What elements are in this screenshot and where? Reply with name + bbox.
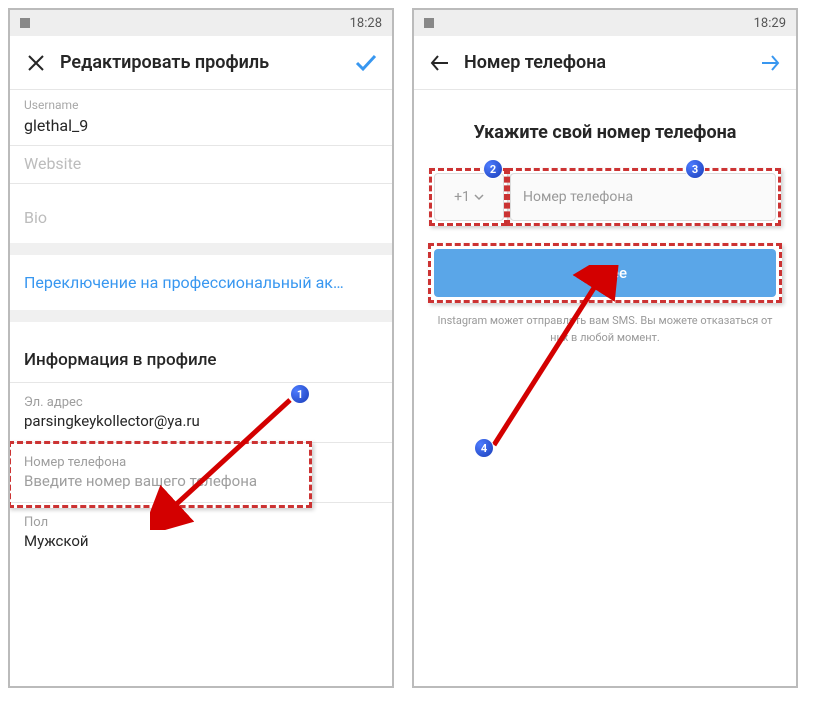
badge-2: 2 [483, 159, 503, 179]
username-value: glethal_9 [24, 116, 378, 135]
back-icon[interactable] [426, 49, 454, 77]
badge-4: 4 [474, 438, 494, 458]
badge-1: 1 [290, 384, 310, 404]
phone-number-input[interactable]: Номер телефона 3 [510, 173, 776, 221]
phone-number-content: Укажите свой номер телефона +1 2 Номер т… [414, 90, 796, 686]
phone-label: Номер телефона [24, 455, 378, 470]
phone-input-placeholder: Номер телефона [523, 189, 633, 205]
switch-professional-link[interactable]: Переключение на профессиональный ак… [10, 255, 392, 322]
phone-heading: Укажите свой номер телефона [434, 122, 776, 143]
status-time: 18:29 [754, 16, 786, 31]
chevron-down-icon [474, 192, 484, 202]
country-code-select[interactable]: +1 2 [434, 173, 504, 221]
status-time: 18:28 [350, 16, 382, 31]
status-icon [20, 18, 30, 28]
sms-note: Instagram может отправлять вам SMS. Вы м… [434, 313, 776, 346]
status-icon [424, 18, 434, 28]
username-label: Username [24, 98, 378, 112]
gender-label: Пол [24, 515, 378, 530]
profile-info-title: Информация в профиле [10, 322, 392, 383]
gender-field[interactable]: Пол Мужской [10, 503, 392, 562]
email-field[interactable]: Эл. адрес parsingkeykollector@ya.ru [10, 383, 392, 443]
status-bar: 18:29 [414, 10, 796, 36]
email-value: parsingkeykollector@ya.ru [24, 412, 378, 430]
close-icon[interactable] [22, 49, 50, 77]
next-button-label: Далее [583, 264, 627, 282]
confirm-icon[interactable] [352, 49, 380, 77]
website-label: Website [24, 154, 378, 173]
phone-field[interactable]: Номер телефона Введите номер вашего теле… [10, 443, 392, 503]
phone-input-row: +1 2 Номер телефона 3 [434, 173, 776, 221]
header-title: Редактировать профиль [60, 52, 352, 73]
website-field[interactable]: Website [10, 146, 392, 184]
app-header: Редактировать профиль [10, 36, 392, 90]
phone-placeholder: Введите номер вашего телефона [24, 472, 378, 490]
country-code-value: +1 [454, 189, 470, 205]
forward-icon[interactable] [756, 49, 784, 77]
bio-field[interactable]: Bio [10, 184, 392, 255]
phone-edit-profile: 18:28 Редактировать профиль Username gle… [8, 8, 394, 688]
gender-value: Мужской [24, 532, 378, 550]
status-bar: 18:28 [10, 10, 392, 36]
next-button[interactable]: Далее [434, 249, 776, 297]
bio-label: Bio [24, 208, 378, 227]
phone-phone-number: 18:29 Номер телефона Укажите свой номер … [412, 8, 798, 688]
header-title: Номер телефона [464, 52, 756, 73]
email-label: Эл. адрес [24, 395, 378, 410]
edit-profile-content: Username glethal_9 Website Bio Переключе… [10, 90, 392, 686]
badge-3: 3 [685, 159, 705, 179]
username-field[interactable]: Username glethal_9 [10, 90, 392, 146]
app-header: Номер телефона [414, 36, 796, 90]
